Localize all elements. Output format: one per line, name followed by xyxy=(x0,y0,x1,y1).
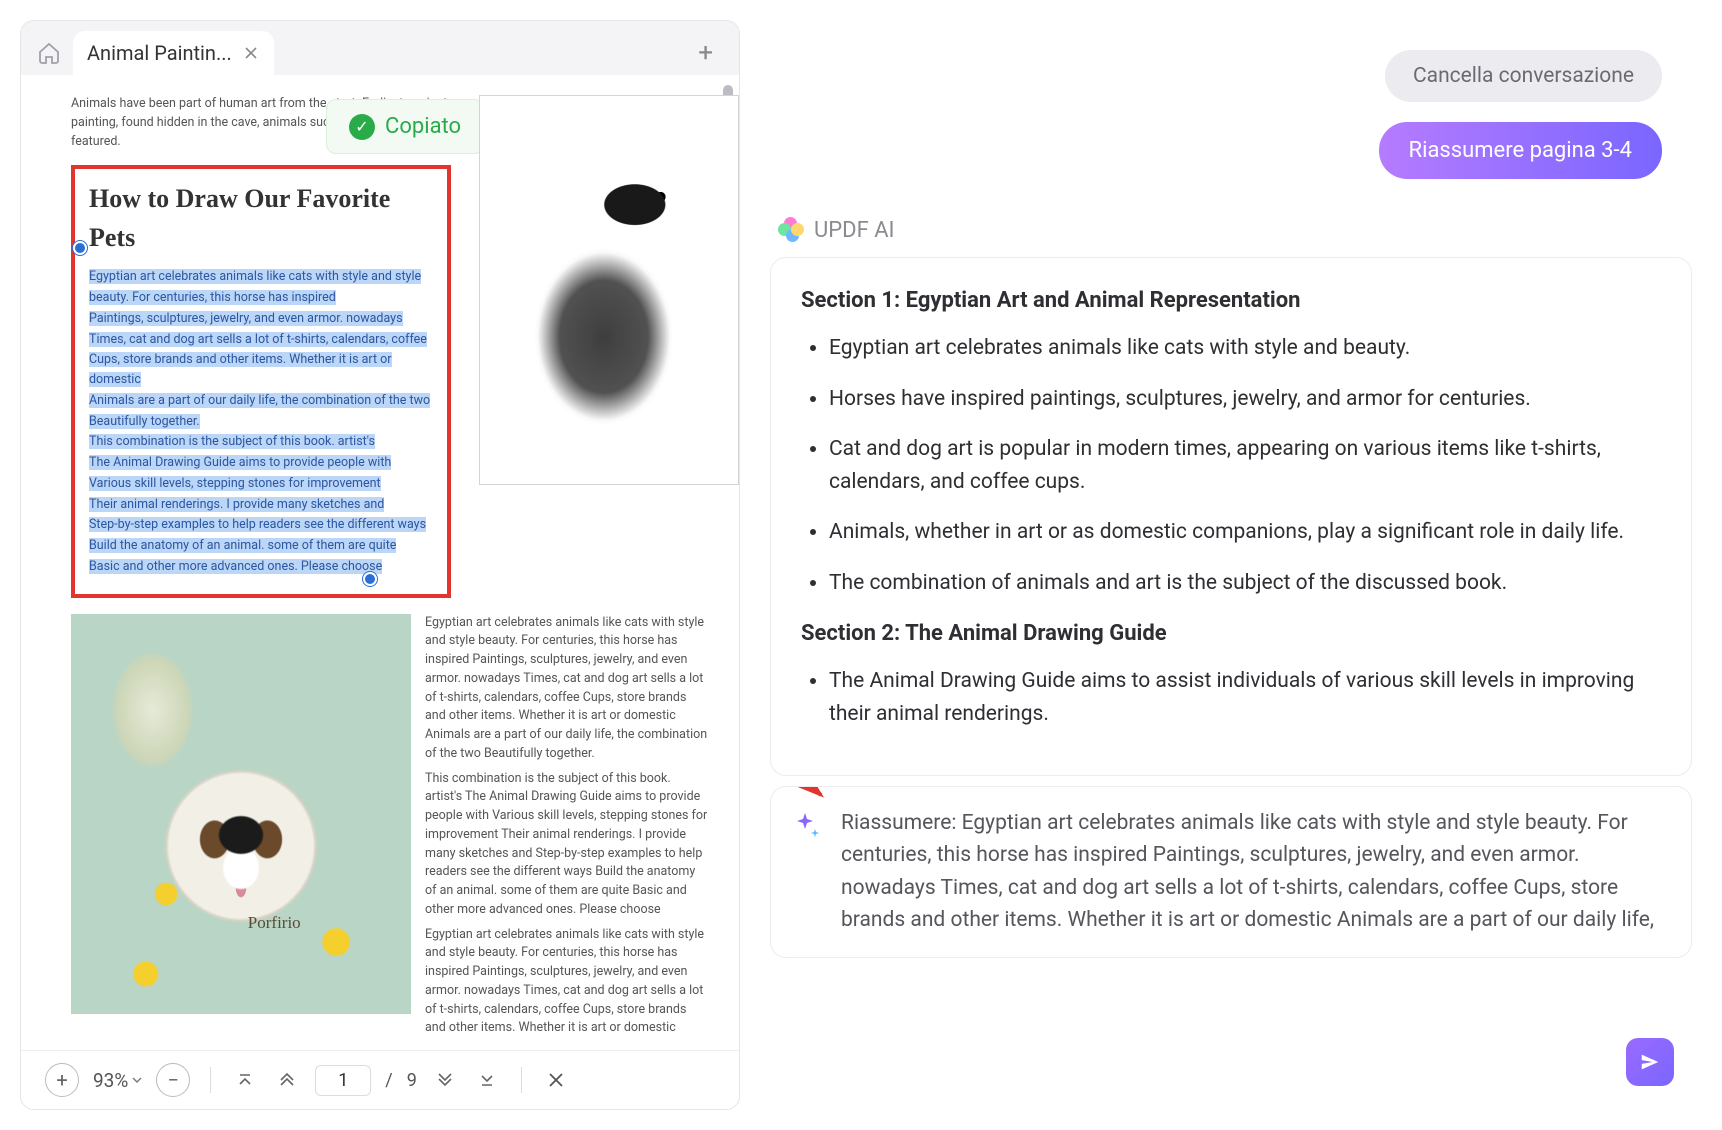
zoom-out-button[interactable]: − xyxy=(156,1063,190,1097)
close-tab-icon[interactable] xyxy=(242,44,260,62)
page-input[interactable]: 1 xyxy=(315,1065,371,1096)
viewer-toolbar: + 93% − 1 / 9 xyxy=(21,1050,739,1109)
page-heading: How to Draw Our Favorite Pets xyxy=(89,179,433,257)
divider xyxy=(521,1067,522,1093)
document-page: ✓ Copiato Animals have been part of huma… xyxy=(71,95,709,1044)
zoom-in-button[interactable]: + xyxy=(45,1063,79,1097)
tab-bar: Animal Paintin... + xyxy=(21,21,739,75)
first-page-button[interactable] xyxy=(231,1066,259,1094)
chat-input-box[interactable]: Riassumere: Egyptian art celebrates anim… xyxy=(770,786,1692,958)
ai-chat-pane: Cancella conversazione Riassumere pagina… xyxy=(740,20,1702,1110)
sparkle-icon xyxy=(793,811,821,839)
chat-input-text[interactable]: Riassumere: Egyptian art celebrates anim… xyxy=(841,807,1663,937)
section1-title: Section 1: Egyptian Art and Animal Repre… xyxy=(801,284,1661,318)
list-item: Egyptian art celebrates animals like cat… xyxy=(829,332,1661,365)
tab-title: Animal Paintin... xyxy=(87,41,232,65)
selection-start-handle[interactable] xyxy=(73,241,87,255)
dog-sketch-image xyxy=(479,95,739,485)
ai-response-header: UPDF AI xyxy=(778,217,1692,243)
prev-page-button[interactable] xyxy=(273,1066,301,1094)
embroidery-dog-image: Porfirio xyxy=(71,614,411,1014)
list-item: The combination of animals and art is th… xyxy=(829,567,1661,600)
section2-title: Section 2: The Animal Drawing Guide xyxy=(801,617,1661,651)
document-scroll-area[interactable]: ✓ Copiato Animals have been part of huma… xyxy=(21,75,739,1050)
selection-end-handle[interactable] xyxy=(363,572,377,586)
divider xyxy=(210,1067,211,1093)
selected-text[interactable]: Egyptian art celebrates animals like cat… xyxy=(89,267,433,576)
add-tab-button[interactable]: + xyxy=(686,38,725,68)
selection-highlight-box: How to Draw Our Favorite Pets Egyptian a… xyxy=(71,165,451,597)
zoom-level[interactable]: 93% xyxy=(93,1069,142,1092)
document-tab[interactable]: Animal Paintin... xyxy=(73,31,274,75)
send-button[interactable] xyxy=(1626,1038,1674,1086)
ai-response-card: Section 1: Egyptian Art and Animal Repre… xyxy=(770,257,1692,776)
chevron-down-icon xyxy=(132,1076,142,1084)
section1-list: Egyptian art celebrates animals like cat… xyxy=(801,332,1661,599)
image-signature: Porfirio xyxy=(248,910,301,936)
list-item: The Animal Drawing Guide aims to assist … xyxy=(829,665,1661,730)
next-page-button[interactable] xyxy=(431,1066,459,1094)
toast-label: Copiato xyxy=(385,110,461,143)
user-message-bubble: Riassumere pagina 3-4 xyxy=(1379,122,1662,179)
list-item: Cat and dog art is popular in modern tim… xyxy=(829,433,1661,498)
copied-toast: ✓ Copiato xyxy=(326,99,484,154)
clear-conversation-button[interactable]: Cancella conversazione xyxy=(1385,50,1662,102)
page-total: 9 xyxy=(407,1070,417,1091)
page-separator: / xyxy=(385,1070,392,1091)
check-icon: ✓ xyxy=(349,114,375,140)
list-item: Animals, whether in art or as domestic c… xyxy=(829,516,1661,549)
list-item: Horses have inspired paintings, sculptur… xyxy=(829,383,1661,416)
body-text-column: Egyptian art celebrates animals like cat… xyxy=(425,614,709,1045)
section2-list: The Animal Drawing Guide aims to assist … xyxy=(801,665,1661,730)
updf-logo-icon xyxy=(778,217,804,243)
close-viewer-button[interactable] xyxy=(542,1066,570,1094)
home-icon[interactable] xyxy=(35,39,63,67)
ai-label: UPDF AI xyxy=(814,218,895,243)
document-viewer-pane: Animal Paintin... + ✓ Copiato Animals ha… xyxy=(20,20,740,1110)
last-page-button[interactable] xyxy=(473,1066,501,1094)
